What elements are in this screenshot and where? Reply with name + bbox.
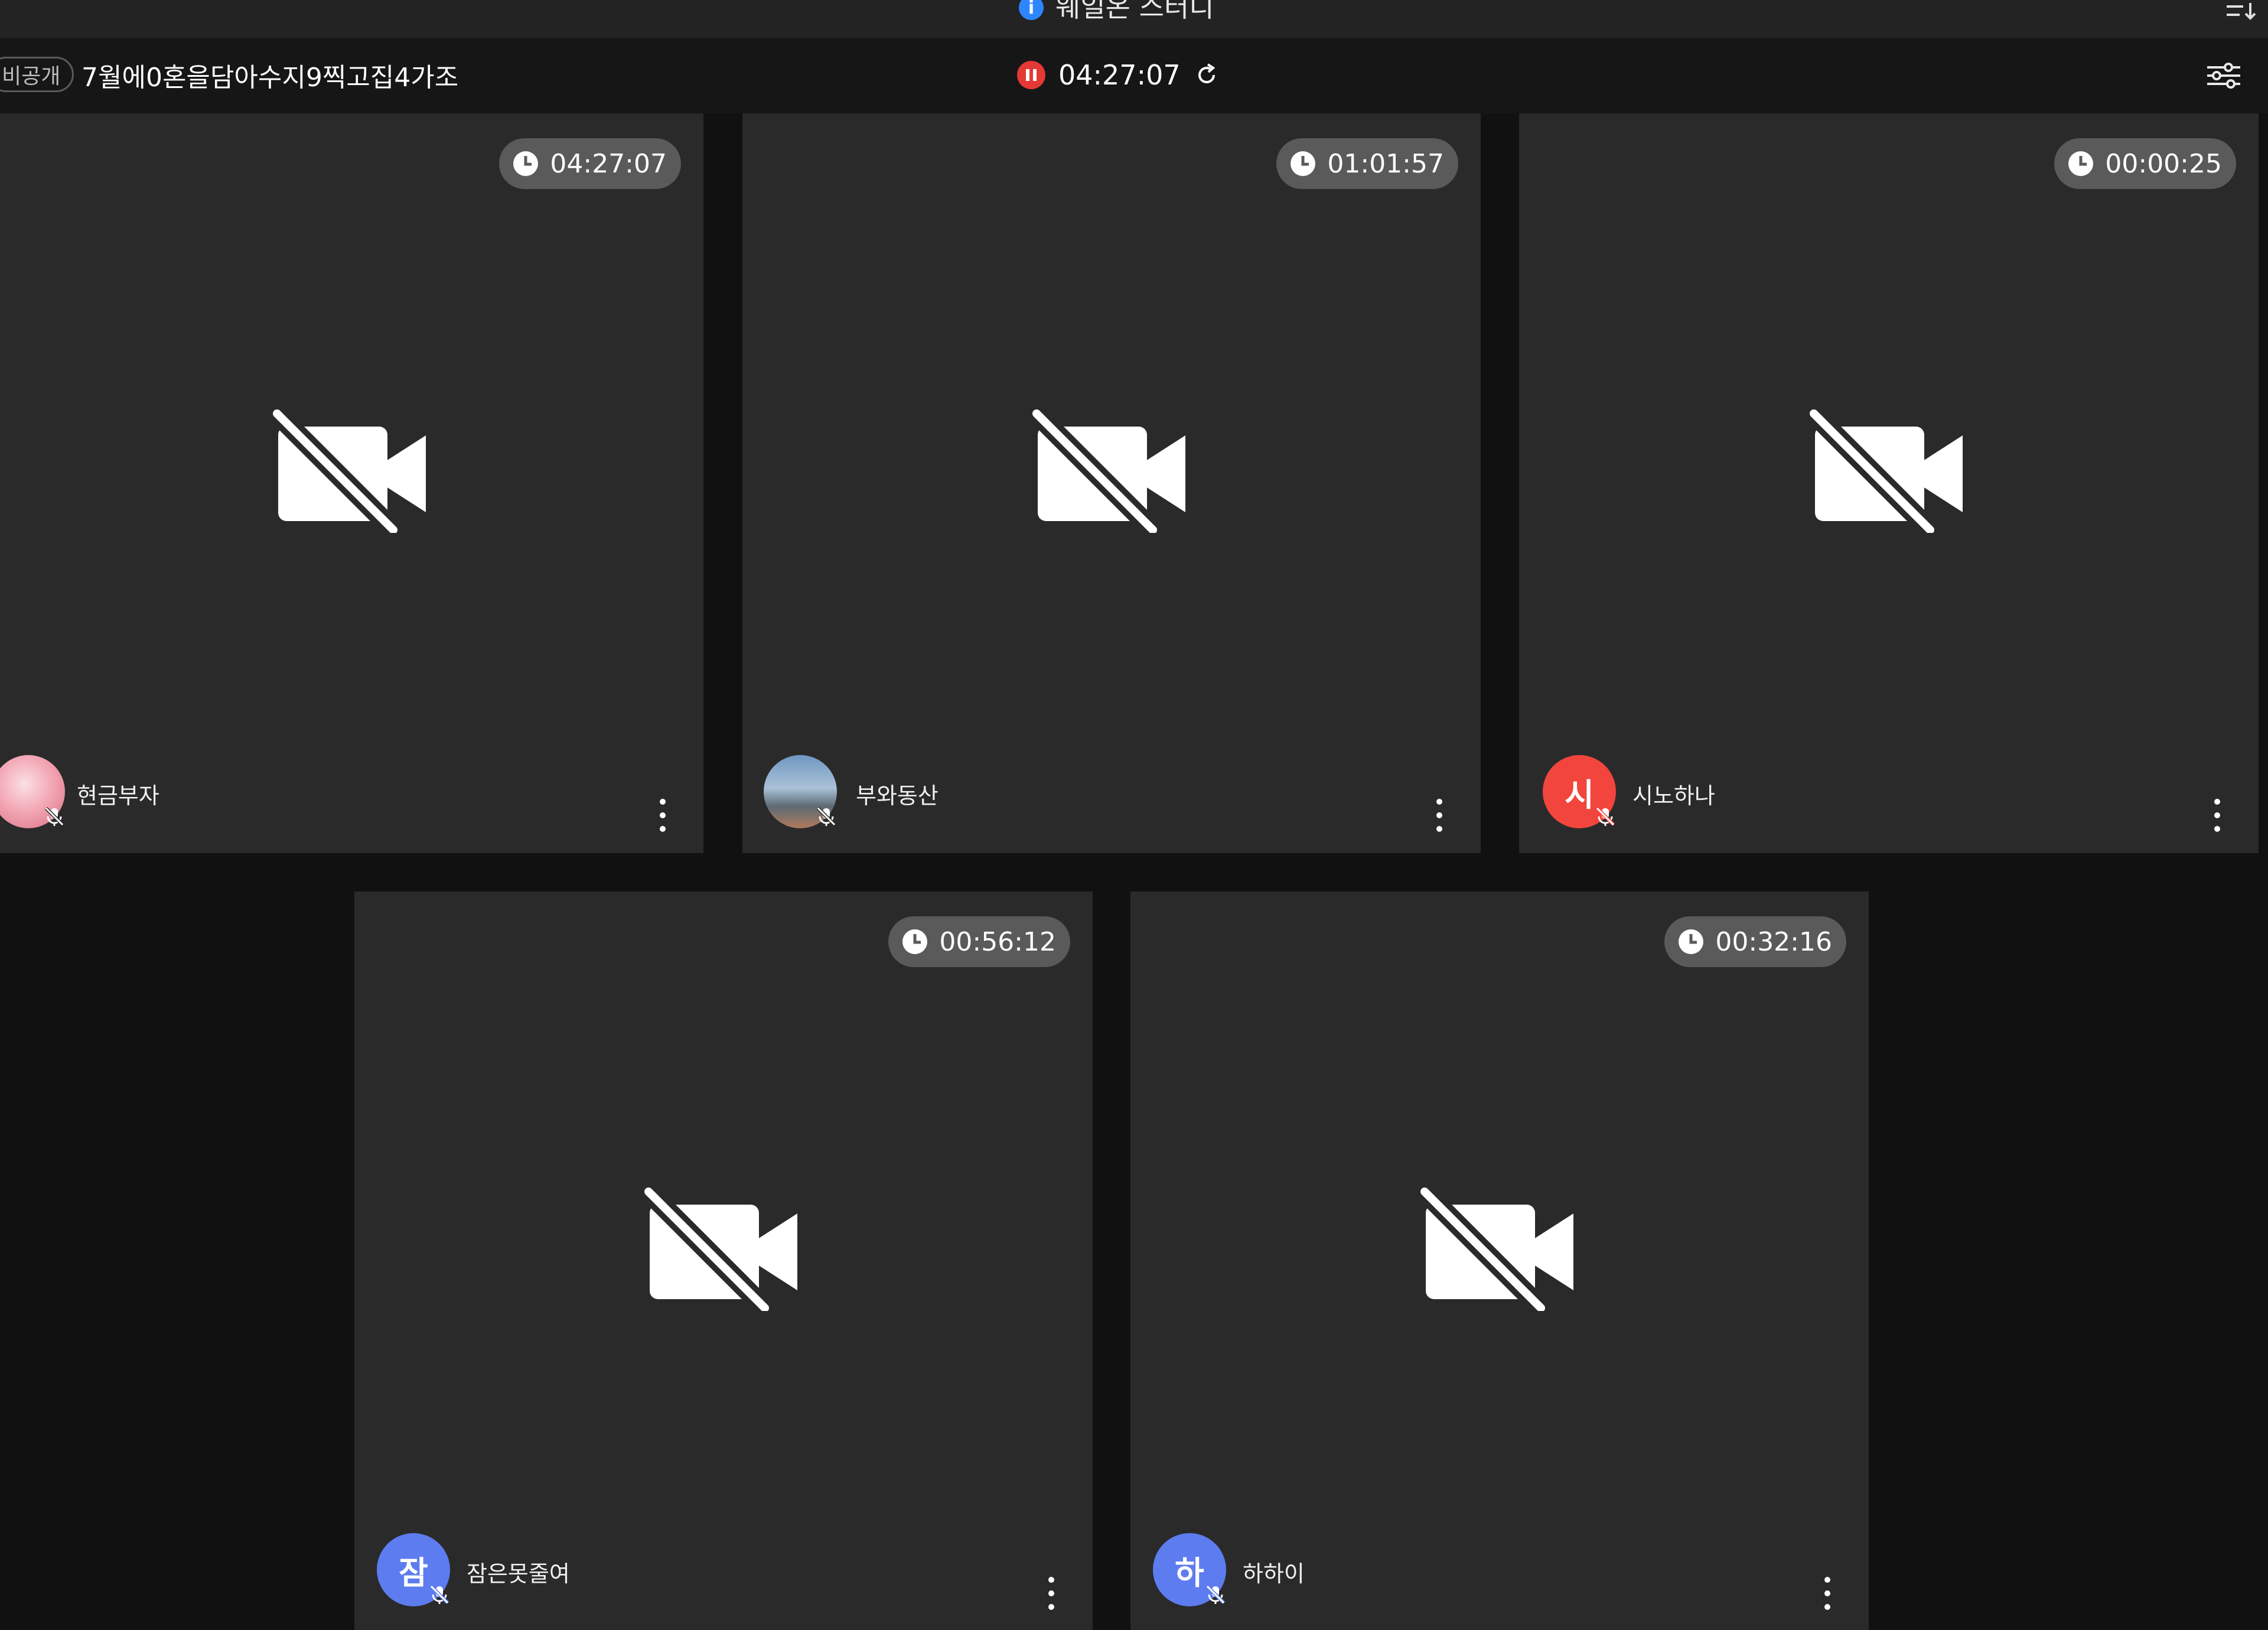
more-options-icon[interactable] (1045, 1577, 1057, 1610)
study-timer-badge: 00:32:16 (1664, 916, 1846, 967)
camera-off-icon (1032, 409, 1185, 533)
collapse-icon[interactable] (2221, 0, 2262, 24)
participant-name: 부와동산 (856, 783, 939, 809)
more-options-icon[interactable] (657, 799, 669, 832)
mic-muted-icon (428, 1583, 451, 1606)
notice-center: i 웨일온 스터디 (1019, 0, 1214, 24)
study-timer-badge: 00:00:25 (2054, 138, 2236, 189)
participant-tile[interactable]: 00:56:12 잠 잠은못줄여 (354, 892, 1093, 1630)
participant-name: 잠은못줄여 (467, 1561, 570, 1587)
privacy-badge: 비공개 (0, 57, 74, 92)
notice-bar: i 웨일온 스터디 (0, 0, 2268, 38)
participant-tile[interactable]: 01:01:57 부와동산 (742, 113, 1481, 853)
mic-muted-icon (1204, 1583, 1227, 1606)
participant-tile[interactable]: 00:00:25 시 시노하나 (1519, 113, 2259, 853)
study-timer-badge: 04:27:07 (499, 138, 681, 189)
participant-timer: 00:00:25 (2105, 148, 2222, 179)
clock-icon (512, 150, 539, 177)
participant-tile[interactable]: 00:32:16 하 하하이 (1130, 892, 1869, 1630)
participant-timer: 00:56:12 (939, 926, 1056, 957)
notice-text: 웨일온 스터디 (1055, 0, 1214, 23)
participant-name: 시노하나 (1632, 783, 1715, 809)
pause-recording-icon[interactable] (1017, 61, 1045, 89)
clock-icon (1677, 928, 1705, 955)
mic-muted-icon (1594, 805, 1617, 828)
participant-timer: 04:27:07 (550, 148, 667, 179)
study-timer-badge: 00:56:12 (888, 916, 1070, 967)
refresh-icon[interactable] (1194, 62, 1220, 88)
participant-name: 하하이 (1243, 1561, 1305, 1587)
clock-icon (901, 928, 928, 955)
more-options-icon[interactable] (1821, 1577, 1833, 1610)
room-title: 7월에0혼을담아수지9찍고집4가조 (82, 63, 459, 93)
session-elapsed-time: 04:27:07 (1058, 59, 1181, 91)
camera-off-icon (1420, 1187, 1573, 1311)
participant-timer: 00:32:16 (1715, 926, 1832, 957)
participant-tile[interactable]: 04:27:07 현금부자 (0, 113, 703, 853)
mic-muted-icon (43, 805, 66, 828)
participant-name: 현금부자 (77, 783, 159, 809)
info-icon: i (1019, 0, 1044, 20)
more-options-icon[interactable] (1433, 799, 1445, 832)
more-options-icon[interactable] (2211, 799, 2223, 832)
session-timer: 04:27:07 (1017, 56, 1220, 95)
settings-sliders-icon[interactable] (2203, 59, 2244, 92)
camera-off-icon (644, 1187, 797, 1311)
room-header: 비공개 7월에0혼을담아수지9찍고집4가조 04:27:07 (0, 38, 2268, 113)
participant-timer: 01:01:57 (1327, 148, 1444, 179)
clock-icon (1289, 150, 1317, 177)
clock-icon (2067, 150, 2094, 177)
camera-off-icon (272, 409, 426, 533)
study-timer-badge: 01:01:57 (1276, 138, 1458, 189)
camera-off-icon (1809, 409, 1963, 533)
mic-muted-icon (814, 805, 838, 828)
video-call-window: i 웨일온 스터디 비공개 7월에0혼을담아수지9찍고집4가조 04:27:07 (0, 0, 2268, 1630)
